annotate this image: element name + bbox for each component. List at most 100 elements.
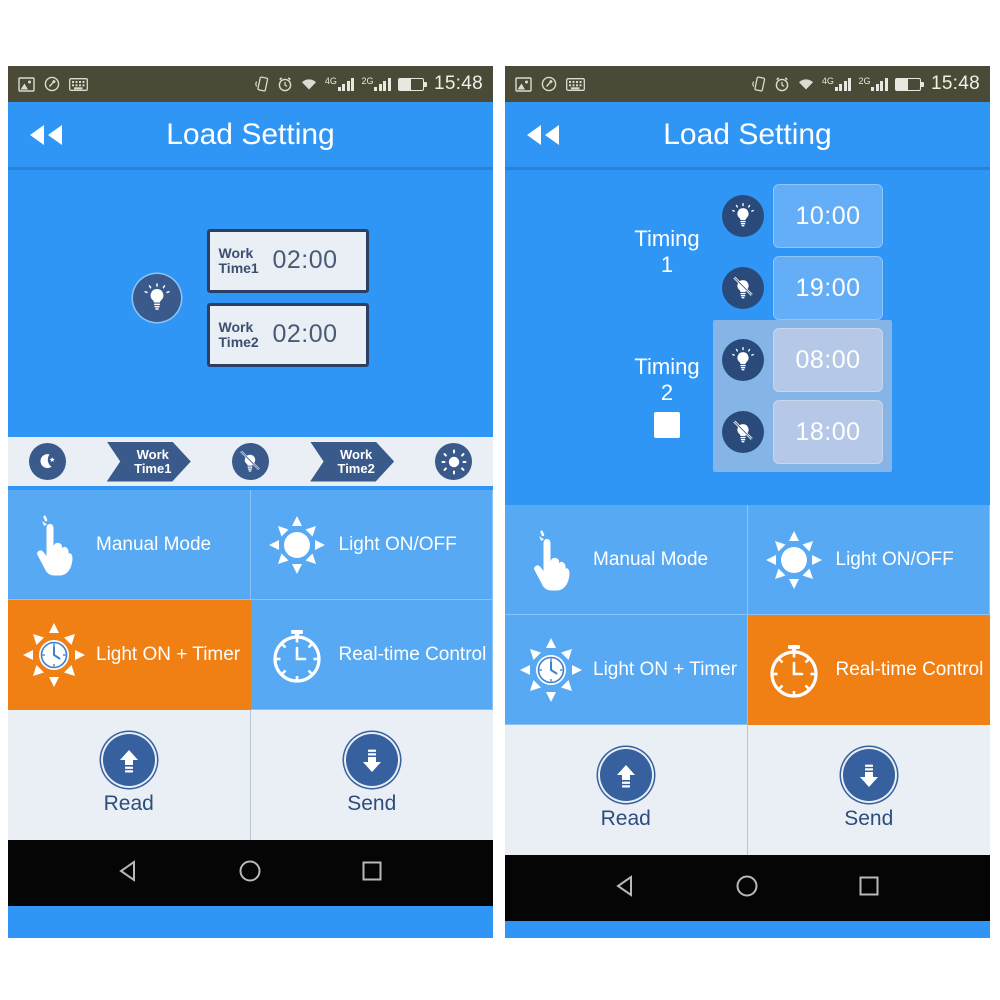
timing-1-label-line2: 1 bbox=[660, 252, 674, 277]
mode-manual-mode[interactable]: Manual Mode bbox=[505, 505, 748, 615]
status-bar-right: 4G 2G 15:48 bbox=[505, 66, 990, 102]
signal-2g-icon: 2G bbox=[858, 77, 888, 91]
timing-2-on-row: 08:00 bbox=[722, 328, 883, 392]
keyboard-icon bbox=[69, 77, 88, 91]
work-time-2-label-line2: Time2 bbox=[218, 333, 259, 350]
timing-2-enable-checkbox[interactable] bbox=[654, 412, 680, 438]
timing-2-off-time[interactable]: 18:00 bbox=[773, 400, 883, 464]
app-header-right: Load Setting bbox=[505, 102, 990, 170]
net-4g-label: 4G bbox=[324, 76, 337, 86]
work-time-2-label-line1: Work bbox=[218, 318, 254, 335]
read-button[interactable]: Read bbox=[8, 710, 251, 840]
hand-tap-icon bbox=[18, 514, 90, 576]
nav-back-button[interactable] bbox=[612, 872, 640, 905]
timing-row-1: Timing 1 10:00 19:00 bbox=[505, 184, 990, 320]
mode-grid-left: Manual Mode Light ON/OFF Light ON + Time… bbox=[8, 490, 493, 710]
image-icon bbox=[515, 76, 532, 92]
download-arrow-icon bbox=[842, 749, 895, 801]
read-label: Read bbox=[600, 807, 651, 830]
mode-light-on-off[interactable]: Light ON/OFF bbox=[250, 490, 493, 600]
mode-light-on-off[interactable]: Light ON/OFF bbox=[747, 505, 990, 615]
back-button[interactable] bbox=[8, 122, 82, 148]
wifi-icon bbox=[300, 77, 318, 91]
legend-wt2-line2: Time2 bbox=[337, 460, 375, 476]
nav-recents-button[interactable] bbox=[358, 857, 386, 890]
mode-light-on-off-label: Light ON/OFF bbox=[338, 533, 457, 555]
timing-2-label-line1: Timing bbox=[634, 354, 700, 379]
rewind-back-icon bbox=[527, 124, 559, 145]
legend-wt1-line1: Work bbox=[136, 446, 169, 462]
mode-light-on-off-label: Light ON/OFF bbox=[835, 548, 954, 570]
status-bar-left-icons bbox=[18, 76, 88, 92]
moon-icon bbox=[28, 443, 66, 480]
mode-light-on-timer-label: Light ON + Timer bbox=[593, 658, 738, 680]
action-bar-right: Read Send bbox=[505, 725, 990, 855]
battery-icon bbox=[894, 77, 924, 91]
send-button[interactable]: Send bbox=[251, 710, 494, 840]
work-time-list: Work Time1 02:00 Work Time2 02:00 bbox=[206, 228, 369, 367]
mode-real-time-control[interactable]: Real-time Control bbox=[250, 600, 493, 710]
mode-manual-mode-label: Manual Mode bbox=[593, 548, 709, 570]
hand-tap-icon bbox=[515, 529, 587, 591]
mode-light-on-timer-label: Light ON + Timer bbox=[96, 643, 241, 665]
legend-work-time-2: Work Time2 bbox=[310, 441, 395, 482]
timing-1-off-row: 19:00 bbox=[722, 256, 883, 320]
timing-2-label-line2: 2 bbox=[660, 380, 674, 405]
read-button[interactable]: Read bbox=[505, 725, 748, 855]
bulb-on-icon bbox=[132, 273, 181, 322]
work-time-1-label: Work Time1 bbox=[218, 245, 265, 276]
timing-1-off-time[interactable]: 19:00 bbox=[773, 256, 883, 320]
work-time-2-field[interactable]: Work Time2 02:00 bbox=[206, 302, 369, 367]
back-button[interactable] bbox=[505, 122, 579, 148]
legend-wt2-line1: Work bbox=[340, 446, 373, 462]
net-2g-label: 2G bbox=[361, 76, 374, 86]
android-nav-bar-left bbox=[8, 840, 493, 906]
timing-1-on-time[interactable]: 10:00 bbox=[773, 184, 883, 248]
nav-back-button[interactable] bbox=[115, 857, 143, 890]
sun-clock-icon bbox=[515, 637, 587, 703]
mode-light-on-timer[interactable]: Light ON + Timer bbox=[505, 615, 748, 725]
legend-wt1-line2: Time1 bbox=[134, 460, 172, 476]
vibrate-icon bbox=[752, 76, 767, 92]
phone-screen-right: 4G 2G 15:48 Load Setting Timing 1 10:00 … bbox=[505, 66, 990, 938]
legend-work-time-1: Work Time1 bbox=[106, 441, 191, 482]
timing-2-on-time[interactable]: 08:00 bbox=[773, 328, 883, 392]
send-button[interactable]: Send bbox=[748, 725, 991, 855]
sun-icon bbox=[435, 443, 473, 480]
work-time-1-value: 02:00 bbox=[272, 246, 338, 274]
stopwatch-icon bbox=[261, 623, 333, 687]
keyboard-icon bbox=[566, 77, 585, 91]
status-bar-right-left-icons bbox=[515, 76, 585, 92]
status-bar-right-icons: 4G 2G 15:48 bbox=[255, 73, 483, 95]
alarm-icon bbox=[277, 76, 293, 92]
bulb-off-icon bbox=[722, 411, 764, 453]
app-header: Load Setting bbox=[8, 102, 493, 170]
signal-2g-icon: 2G bbox=[361, 77, 391, 91]
net-4g-label: 4G bbox=[821, 76, 834, 86]
timing-1-label: Timing 1 bbox=[612, 226, 722, 278]
nav-recents-button[interactable] bbox=[855, 872, 883, 905]
mode-real-time-control-label: Real-time Control bbox=[338, 643, 487, 665]
upload-arrow-icon bbox=[599, 749, 652, 801]
phone-screen-left: 4G 2G 15:48 Load Setting Work Time1 02:0… bbox=[8, 66, 493, 938]
image-icon bbox=[18, 76, 35, 92]
mode-manual-mode[interactable]: Manual Mode bbox=[8, 490, 251, 600]
stopwatch-icon bbox=[758, 638, 830, 702]
mode-light-on-timer[interactable]: Light ON + Timer bbox=[8, 600, 251, 710]
bulb-off-icon bbox=[231, 443, 269, 480]
wifi-icon bbox=[797, 77, 815, 91]
battery-icon bbox=[397, 77, 427, 91]
bulb-on-icon bbox=[722, 195, 764, 237]
nav-home-button[interactable] bbox=[733, 872, 761, 905]
work-time-1-field[interactable]: Work Time1 02:00 bbox=[206, 228, 369, 293]
android-nav-bar-right bbox=[505, 855, 990, 921]
timing-1-label-line1: Timing bbox=[634, 226, 700, 251]
nav-home-button[interactable] bbox=[236, 857, 264, 890]
screenshot-icon bbox=[541, 76, 557, 92]
work-time-panel: Work Time1 02:00 Work Time2 02:00 bbox=[8, 170, 493, 433]
signal-4g-icon: 4G bbox=[822, 77, 852, 91]
work-time-1-label-line2: Time1 bbox=[218, 259, 259, 276]
read-label: Read bbox=[103, 792, 154, 815]
work-time-2-value: 02:00 bbox=[272, 320, 338, 348]
mode-real-time-control[interactable]: Real-time Control bbox=[747, 615, 990, 725]
